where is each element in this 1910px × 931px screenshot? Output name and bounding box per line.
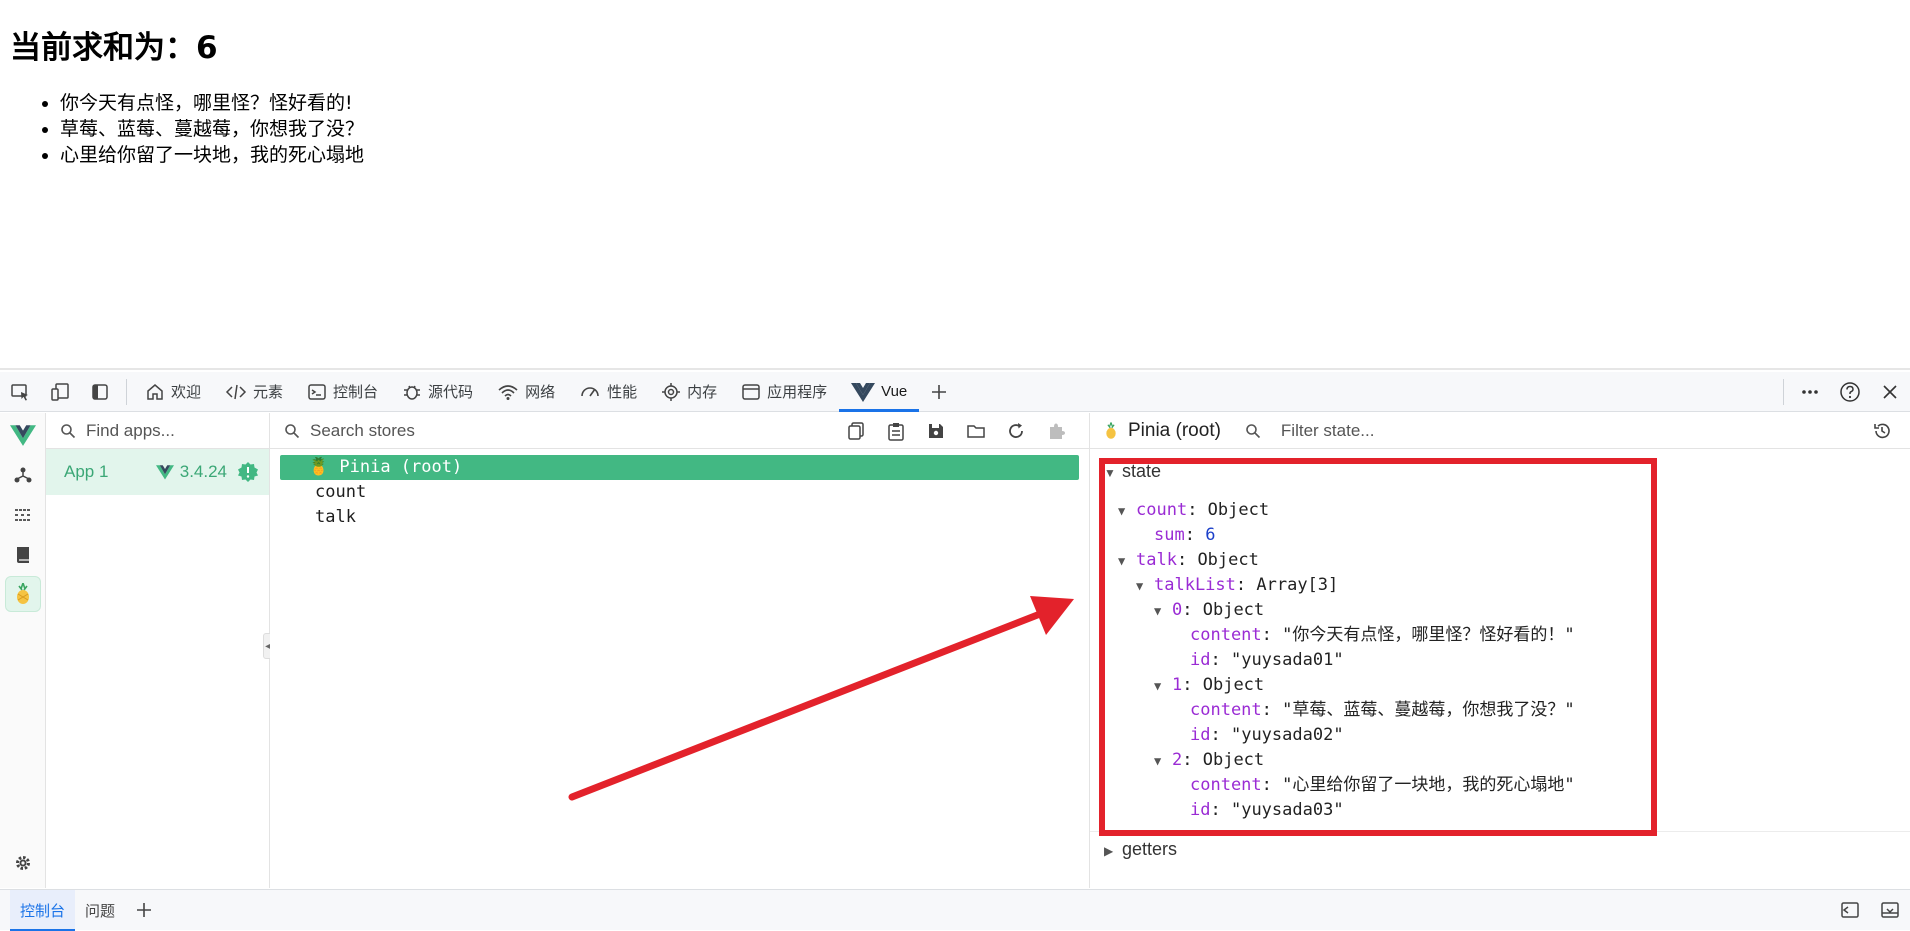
tree-leaf-content: content: "你今天有点怪，哪里怪？怪好看的！": [1190, 625, 1575, 645]
tree-leaf-id: id: "yuysada03": [1190, 800, 1344, 820]
tree-node-talklist[interactable]: ▼ talkList: Array[3]: [1136, 573, 1338, 598]
vue-devtools-rail: [0, 413, 46, 888]
talk-list-item: 草莓、蓝莓、蔓越莓，你想我了没？: [60, 116, 364, 142]
app-row[interactable]: App 1 3.4.24: [46, 449, 269, 495]
settings-gear-icon[interactable]: [5, 845, 41, 881]
stores-panel: Search stores 🍍 Pinia (root) count talk: [270, 413, 1090, 888]
drawer-tab-console[interactable]: 控制台: [10, 889, 76, 931]
search-stores-field[interactable]: Search stores: [270, 413, 1089, 449]
refresh-icon[interactable]: [1001, 421, 1041, 441]
vue-logo-icon: [851, 382, 876, 402]
tab-sources[interactable]: 源代码: [390, 372, 485, 412]
talk-list-item: 心里给你留了一块地，我的死心塌地: [60, 142, 364, 168]
dock-side-icon[interactable]: [80, 372, 120, 412]
bug-icon: [404, 385, 421, 400]
tree-leaf-content: content: "草莓、蓝莓、蔓越莓，你想我了没？": [1190, 700, 1575, 720]
search-icon: [61, 423, 76, 438]
save-icon[interactable]: [921, 421, 961, 441]
tree-node-talk[interactable]: ▼ talk: Object: [1118, 548, 1259, 573]
apps-panel: Find apps... App 1 3.4.24 ◀: [46, 413, 275, 888]
device-toolbar-icon[interactable]: [40, 372, 80, 412]
tree-node-item-1[interactable]: ▼ 1: Object: [1154, 673, 1264, 698]
tree-leaf-sum: sum: 6: [1154, 525, 1216, 545]
vue-version: 3.4.24: [179, 462, 227, 481]
timeline-icon[interactable]: [5, 497, 41, 533]
toolbar-divider: [126, 378, 127, 405]
home-icon: [147, 383, 163, 400]
pinia-pineapple-icon[interactable]: [5, 576, 41, 612]
help-icon[interactable]: [1830, 372, 1870, 412]
add-tab-icon[interactable]: [919, 372, 959, 412]
wifi-icon: [498, 384, 518, 400]
tab-elements[interactable]: 元素: [213, 372, 295, 412]
tab-welcome[interactable]: 欢迎: [133, 372, 213, 412]
state-inspector-panel: Pinia (root) Filter state... ▼ state ▼ cou…: [1090, 413, 1910, 888]
plugin-puzzle-icon[interactable]: [1041, 421, 1081, 441]
vue-logo-icon: [155, 465, 174, 480]
store-item-pinia-root[interactable]: 🍍 Pinia (root): [280, 455, 1079, 480]
toolbar-divider: [1783, 378, 1784, 405]
routes-book-icon[interactable]: [5, 537, 41, 573]
components-tree-icon[interactable]: [5, 457, 41, 493]
getters-section-toggle[interactable]: ▶ getters: [1104, 837, 1177, 862]
inspect-element-icon[interactable]: [0, 372, 40, 412]
sum-heading: 当前求和为：6: [10, 30, 218, 66]
find-apps-placeholder: Find apps...: [86, 420, 175, 440]
vue-version-badge: 3.4.24: [155, 461, 259, 483]
open-folder-icon[interactable]: [961, 421, 1001, 441]
store-item-talk[interactable]: talk: [280, 505, 1079, 530]
drawer-tab-issues[interactable]: 问题: [75, 890, 125, 931]
devtools-drawer: 控制台 问题: [0, 889, 1910, 931]
code-icon: [225, 384, 247, 399]
tree-node-count[interactable]: ▼ count: Object: [1118, 498, 1269, 523]
app-name: App 1: [64, 462, 109, 481]
close-drawer-icon[interactable]: [1870, 890, 1910, 930]
tab-vue[interactable]: Vue: [839, 372, 920, 412]
tab-console[interactable]: 控制台: [295, 372, 390, 412]
talk-list: 你今天有点怪，哪里怪？怪好看的! 草莓、蓝莓、蔓越莓，你想我了没？ 心里给你留了…: [22, 90, 364, 168]
console-icon: [308, 383, 326, 400]
tab-application[interactable]: 应用程序: [729, 372, 839, 412]
paste-clipboard-icon[interactable]: [881, 421, 921, 441]
more-options-icon[interactable]: [1790, 372, 1830, 412]
page-preview: 当前求和为：6 你今天有点怪，哪里怪？怪好看的! 草莓、蓝莓、蔓越莓，你想我了没…: [0, 0, 1910, 370]
tree-leaf-id: id: "yuysada01": [1190, 650, 1344, 670]
tree-leaf-id: id: "yuysada02": [1190, 725, 1344, 745]
tab-network[interactable]: 网络: [485, 372, 567, 412]
close-devtools-icon[interactable]: [1870, 372, 1910, 412]
state-tree: ▼ state ▼ count: Object sum: 6 ▼ talk: Obje…: [1090, 413, 1910, 888]
add-drawer-tab-icon[interactable]: [125, 890, 163, 931]
chip-icon: [662, 382, 681, 401]
window-icon: [742, 383, 760, 400]
store-toolbar: [841, 421, 1081, 441]
vue-logo-icon: [5, 417, 41, 453]
tab-performance[interactable]: 性能: [567, 372, 649, 412]
info-badge-icon: [238, 462, 258, 482]
store-item-count[interactable]: count: [280, 480, 1079, 505]
gauge-icon: [581, 386, 599, 396]
search-icon: [285, 423, 300, 438]
tree-node-item-2[interactable]: ▼ 2: Object: [1154, 748, 1264, 773]
tab-memory[interactable]: 内存: [649, 372, 729, 412]
find-apps-search[interactable]: Find apps...: [46, 413, 269, 449]
section-divider: [1090, 831, 1910, 832]
search-stores-placeholder: Search stores: [310, 420, 415, 440]
state-section-toggle[interactable]: ▼ state: [1104, 459, 1161, 484]
talk-list-item: 你今天有点怪，哪里怪？怪好看的!: [60, 90, 364, 116]
dock-drawer-icon[interactable]: [1830, 890, 1870, 930]
tree-leaf-content: content: "心里给你留了一块地，我的死心塌地": [1190, 775, 1575, 795]
store-list: 🍍 Pinia (root) count talk: [270, 449, 1089, 536]
tree-node-item-0[interactable]: ▼ 0: Object: [1154, 598, 1264, 623]
devtools-tabbar: 欢迎 元素 控制台 源代码 网络 性能 内存 应用程序 Vue: [0, 372, 1910, 412]
copy-icon[interactable]: [841, 421, 881, 441]
